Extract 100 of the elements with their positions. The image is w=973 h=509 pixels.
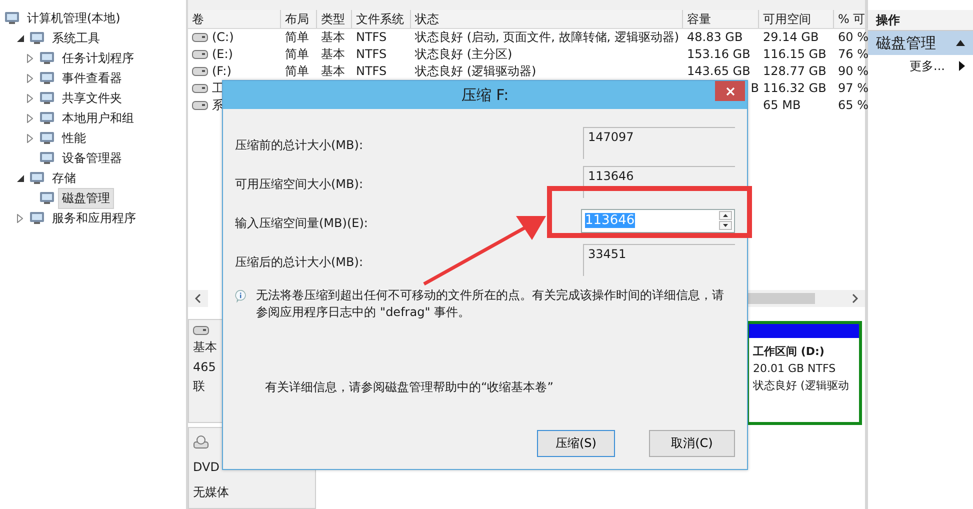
column-header[interactable]: 容量 [683,10,759,28]
column-header[interactable]: 文件系统 [352,10,411,28]
tree-item[interactable]: 磁盘管理 [58,188,114,208]
optical-drive-icon [193,434,209,450]
drive-icon [193,326,209,335]
actions-section[interactable]: 磁盘管理 [868,31,973,55]
tree-node-icon [29,31,45,45]
tree-node-icon [4,11,20,25]
tree-item[interactable]: 系统工具 [48,28,104,48]
help-text: 有关详细信息，请参阅磁盘管理帮助中的“收缩基本卷” [265,379,554,396]
column-header[interactable]: 状态 [411,10,683,28]
table-cell: 65 MB [763,97,801,114]
chevron-left-icon [195,294,201,303]
dialog-title: 压缩 F: [461,86,509,104]
tree-item[interactable]: 设备管理器 [58,148,126,168]
field-label: 可用压缩空间大小(MB): [235,176,363,193]
partition-size: 20.01 GB NTFS [753,362,836,375]
table-cell: 60 % [838,29,868,46]
table-cell: NTFS [356,46,387,63]
drive-icon [192,50,208,59]
table-cell: (E:) [212,46,233,63]
action-link[interactable]: 更多... [910,58,945,74]
spin-up-button[interactable] [719,211,732,220]
tree-item[interactable]: 服务和应用程序 [48,208,140,228]
table-cell: 65 % [838,97,868,114]
table-cell: 90 % [838,63,868,80]
collapsed-arrow-icon[interactable] [27,54,33,62]
tree-item[interactable]: 性能 [58,128,90,148]
tree-node-icon [39,111,55,125]
column-header[interactable]: 卷 [188,10,281,28]
table-cell: 基本 [321,29,345,46]
table-cell: 116.32 GB [763,80,826,97]
table-cell: (C:) [212,29,234,46]
dialog-button[interactable]: 取消(C) [649,430,735,457]
disk-info-text: DVD [193,460,220,474]
disk-info-text: 联 [193,378,205,395]
drive-icon [192,101,208,110]
close-button[interactable] [715,81,745,101]
close-icon [726,86,734,96]
table-cell: 143.65 GB [687,63,750,80]
table-cell: 状态良好 (逻辑驱动器) [415,63,536,80]
disk-info-text: 无媒体 [193,484,229,501]
table-cell: 简单 [285,46,309,63]
table-cell: 简单 [285,63,309,80]
drive-icon [192,84,208,93]
collapsed-arrow-icon[interactable] [27,94,33,102]
readonly-value-field: 33451 [583,244,735,276]
table-cell: 128.77 GB [763,63,826,80]
table-cell: 48.83 GB [687,29,743,46]
caret-down-icon [723,224,728,227]
tree-node-icon [29,211,45,225]
collapsed-arrow-icon[interactable] [17,214,23,222]
expanded-arrow-icon[interactable] [16,174,24,182]
disk-info-text: 465 [193,360,216,374]
tree-node-icon [39,71,55,85]
collapsed-arrow-icon[interactable] [27,134,33,142]
tree-node-icon [39,131,55,145]
table-cell: 153.16 GB [687,46,750,63]
field-label: 输入压缩空间量(MB)(E): [235,215,368,232]
tree-node-icon [39,91,55,105]
column-header[interactable]: 布局 [281,10,317,28]
field-label: 压缩后的总计大小(MB): [235,254,363,271]
tree-item[interactable]: 计算机管理(本地) [23,8,124,28]
tree-item[interactable]: 存储 [48,168,80,188]
expanded-arrow-icon[interactable] [16,34,24,42]
table-cell: 简单 [285,29,309,46]
tree-item[interactable]: 任务计划程序 [58,48,138,68]
chevron-right-icon [852,294,858,303]
info-icon [235,287,246,305]
tree-item[interactable]: 本地用户和组 [58,108,138,128]
collapsed-arrow-icon[interactable] [27,74,33,82]
table-cell: (F:) [212,63,232,80]
readonly-value-field: 113646 [583,166,735,198]
table-cell: 状态良好 (启动, 页面文件, 故障转储, 逻辑驱动器) [415,29,680,46]
table-cell: NTFS [356,29,387,46]
partition-title: 工作区间 (D:) [753,344,824,359]
table-cell: 状态良好 (主分区) [415,46,512,63]
tree-item[interactable]: 共享文件夹 [58,88,126,108]
tree-item[interactable]: 事件查看器 [58,68,126,88]
table-cell: B [750,80,759,97]
actions-header: 操作 [868,10,973,31]
spin-down-button[interactable] [719,221,732,230]
disk-info-text: 基本 [193,339,217,356]
table-cell: 基本 [321,63,345,80]
tree-node-icon [29,171,45,185]
info-message: 无法将卷压缩到超出任何不可移动的文件所在的点。有关完成该操作时间的详细信息，请参阅应用程序日志中的 "defrag" 事件。 [256,287,726,321]
scroll-left-button[interactable] [188,290,208,307]
caret-up-icon [723,214,728,217]
partition-block[interactable]: 工作区间 (D:) 20.01 GB NTFS 状态良好 (逻辑驱动 [746,321,862,425]
table-cell: 29.14 GB [763,29,819,46]
column-header[interactable]: 可用空间 [759,10,834,28]
field-label: 压缩前的总计大小(MB): [235,137,363,154]
scroll-right-button[interactable] [845,290,865,307]
table-cell: NTFS [356,63,387,80]
dialog-button[interactable]: 压缩(S) [537,430,615,457]
column-header[interactable]: 类型 [317,10,352,28]
tree-node-icon [39,51,55,65]
partition-status: 状态良好 (逻辑驱动 [753,378,849,393]
table-cell: 基本 [321,46,345,63]
collapsed-arrow-icon[interactable] [27,114,33,122]
